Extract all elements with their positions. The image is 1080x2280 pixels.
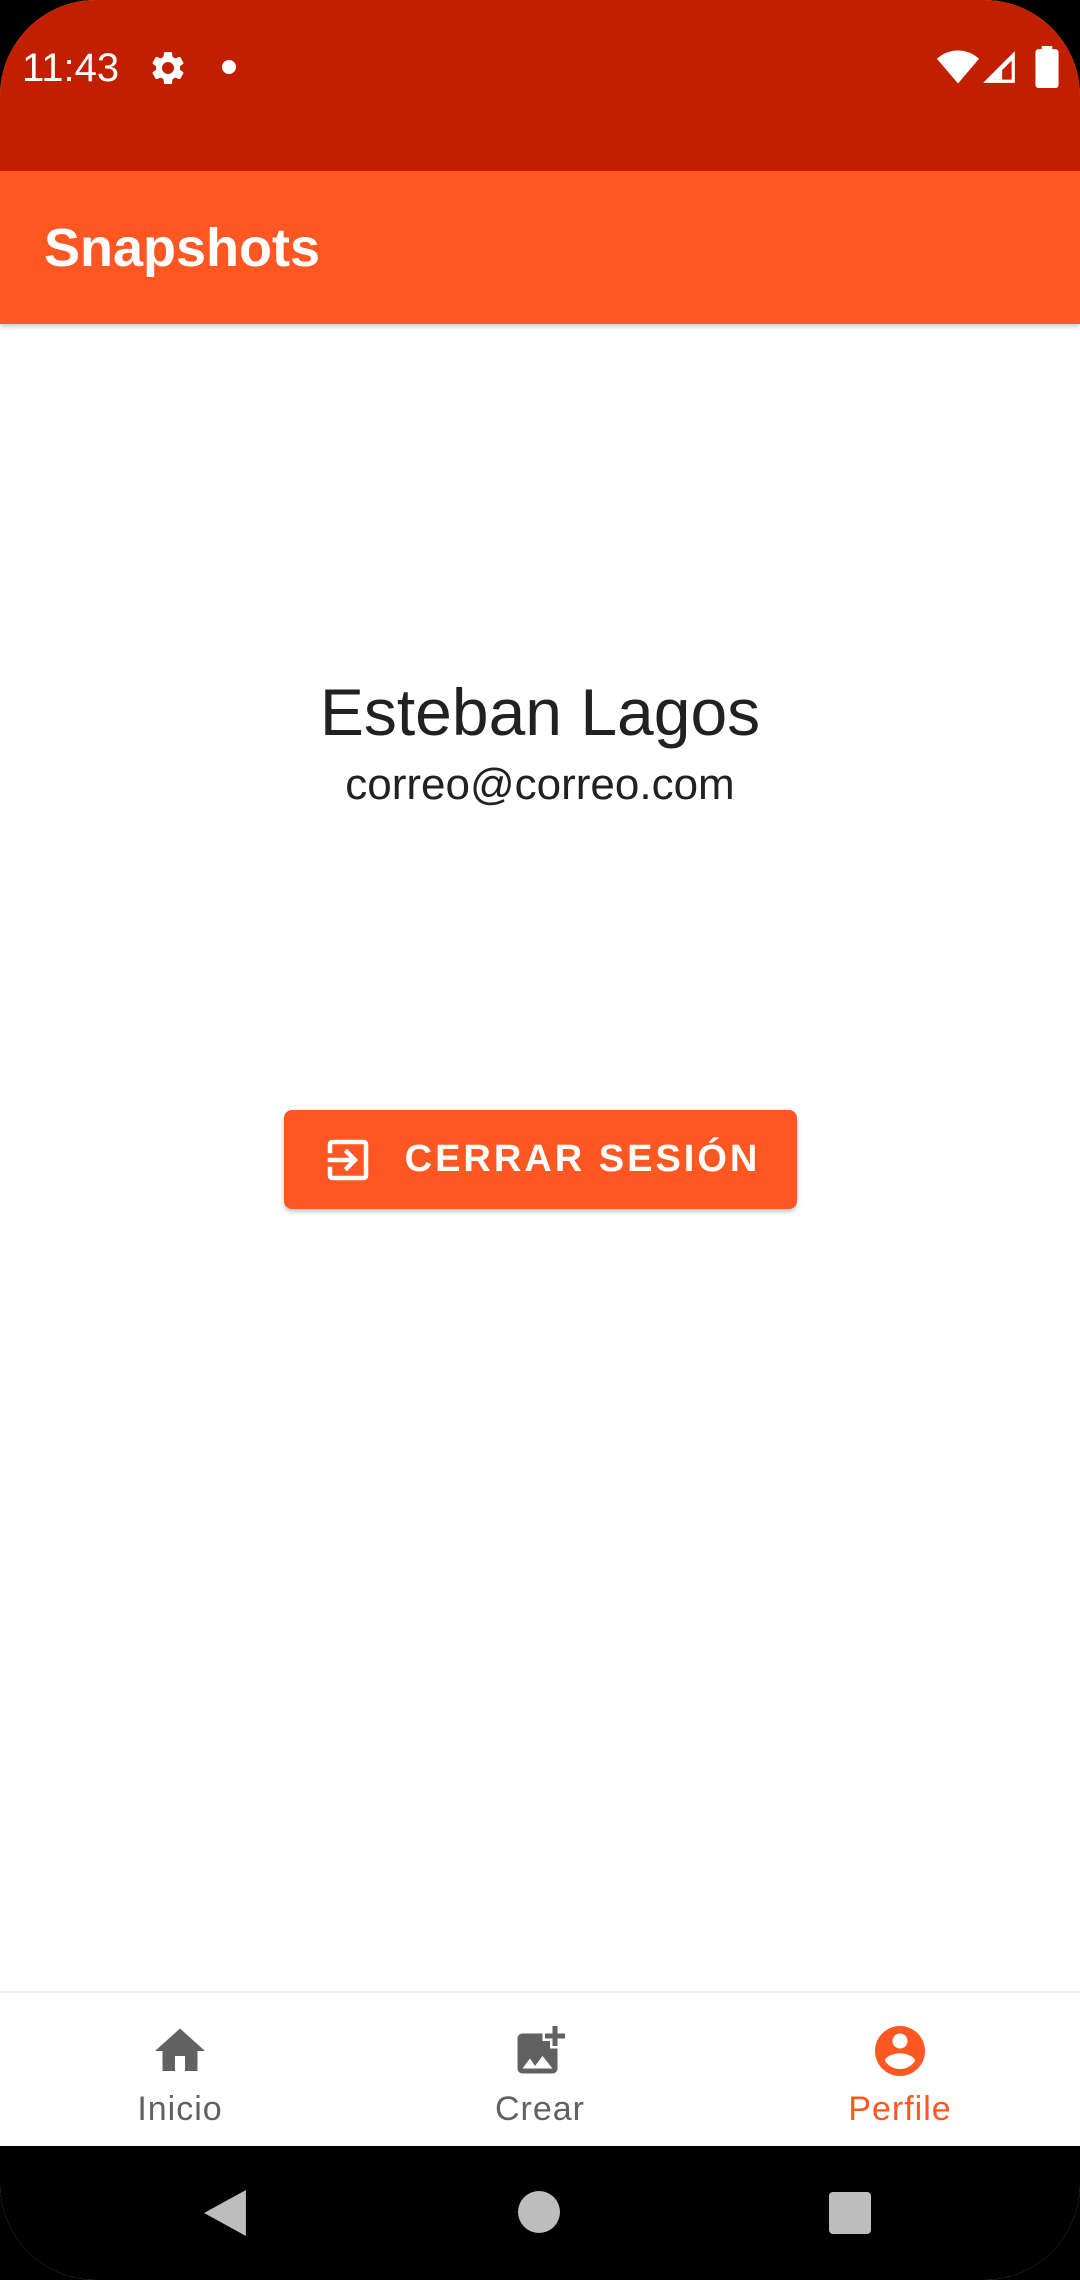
status-bar: 11:43: [0, 0, 1080, 171]
nav-label-inicio: Inicio: [137, 2090, 223, 2128]
signal-icon: [983, 51, 1015, 83]
app-title: Snapshots: [44, 218, 321, 278]
system-navigation-bar: [0, 2146, 1080, 2280]
home-circle-icon[interactable]: [518, 2191, 560, 2233]
nav-item-crear[interactable]: Crear: [360, 1993, 720, 2146]
status-time: 11:43: [22, 46, 120, 90]
app-bar: Snapshots: [0, 171, 1080, 324]
battery-icon: [1035, 46, 1059, 88]
nav-item-inicio[interactable]: Inicio: [0, 1993, 360, 2146]
logout-icon: [327, 1139, 368, 1180]
back-icon[interactable]: [204, 2190, 246, 2236]
wifi-icon: [936, 50, 980, 84]
home-icon: [155, 2028, 205, 2071]
add-photo-icon: [517, 2026, 565, 2074]
notification-dot-icon: [222, 60, 236, 74]
account-circle-icon: [875, 2026, 925, 2076]
profile-email: correo@correo.com: [345, 760, 735, 809]
logout-button[interactable]: CERRAR SESIÓN: [284, 1110, 797, 1209]
nav-item-perfile[interactable]: Perfile: [720, 1993, 1080, 2146]
recents-icon[interactable]: [829, 2192, 871, 2234]
app-screen: 11:43 Snapshots Esteban Lagos correo@cor…: [0, 0, 1080, 2280]
bottom-navigation: Inicio Crear Perfile: [0, 1991, 1080, 2146]
profile-name: Esteban Lagos: [319, 675, 761, 749]
nav-label-crear: Crear: [494, 2090, 586, 2128]
nav-label-perfile: Perfile: [848, 2090, 952, 2128]
logout-button-label: CERRAR SESIÓN: [404, 1138, 761, 1180]
settings-icon: [152, 51, 184, 84]
